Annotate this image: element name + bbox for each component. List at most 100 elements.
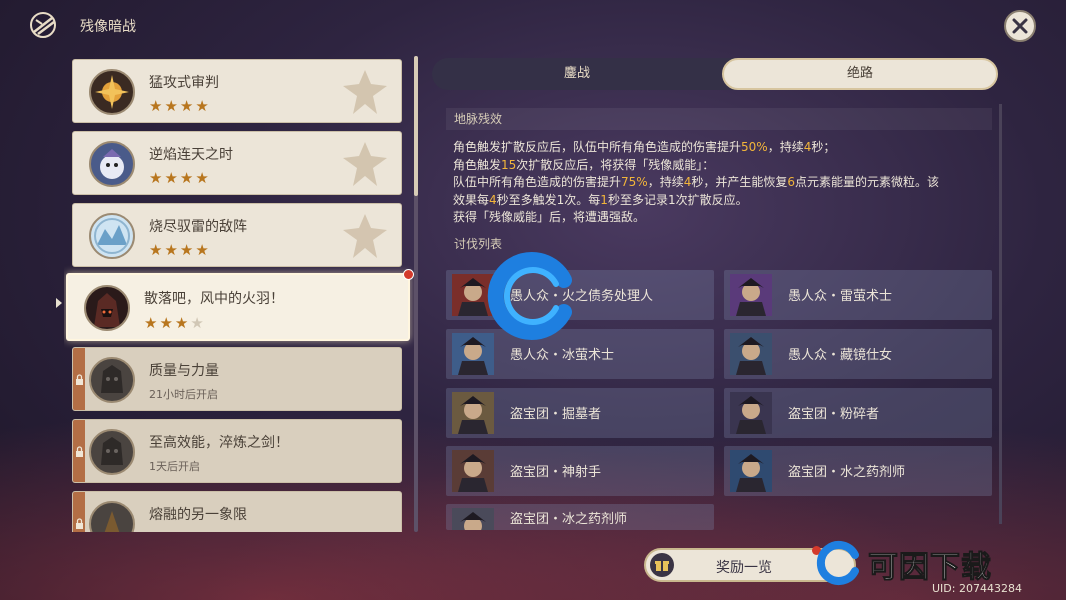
highlight-value: 1 — [600, 192, 608, 207]
enemy-card[interactable]: 盗宝团・粉碎者 — [724, 388, 992, 438]
unlock-timer: 21小时后开启 — [149, 388, 218, 401]
rewards-label: 奖励一览 — [716, 560, 772, 576]
list-scrollbar[interactable] — [414, 56, 418, 532]
unlock-timer: 1天后开启 — [149, 460, 200, 473]
highlight-value: 6 — [787, 175, 795, 190]
challenge-avatar — [89, 213, 135, 259]
top-bar: 残像暗战 — [0, 0, 1066, 50]
challenge-avatar — [89, 429, 135, 475]
challenge-name: 猛攻式审判 — [149, 75, 219, 91]
panel-scrollbar[interactable] — [999, 104, 1002, 524]
lock-icon — [75, 373, 83, 385]
emblem-watermark-icon — [343, 142, 387, 186]
scrollbar-thumb[interactable] — [414, 56, 418, 196]
emblem-watermark-icon — [343, 214, 387, 258]
challenge-name: 散落吧，风中的火羽！ — [144, 291, 284, 307]
enemy-card[interactable]: 愚人众・雷萤术士 — [724, 270, 992, 320]
challenge-name: 质量与力量 — [149, 363, 219, 379]
challenge-name: 至高效能，淬炼之剑！ — [149, 435, 289, 451]
lock-icon — [75, 517, 83, 529]
tab-fight[interactable]: 鏖战 — [432, 58, 722, 90]
difficulty-tabs: 鏖战 绝路 — [432, 58, 998, 90]
challenge-avatar — [89, 501, 135, 532]
lock-bar — [73, 492, 85, 532]
list-item-locked[interactable]: 至高效能，淬炼之剑！ 1天后开启 — [72, 419, 402, 483]
enemy-card[interactable]: 盗宝团・冰之药剂师 — [446, 504, 714, 530]
list-item-locked[interactable]: 熔融的另一象限 — [72, 491, 402, 532]
gift-icon — [650, 553, 674, 577]
page-title: 残像暗战 — [80, 19, 136, 35]
star-rating: ★★★★ — [149, 169, 211, 187]
close-icon — [1012, 18, 1028, 34]
enemy-name: 盗宝团・粉碎者 — [788, 407, 880, 422]
challenge-avatar — [84, 285, 130, 331]
description-line: 角色触发15次扩散反应后，将获得「残像威能」： — [453, 157, 993, 175]
enemy-name: 盗宝团・水之药剂师 — [788, 465, 906, 480]
description-text: 队伍中所有角色造成的伤害提升 — [453, 175, 622, 190]
enemy-name: 愚人众・雷萤术士 — [788, 289, 893, 304]
enemy-name: 盗宝团・掘墓者 — [510, 407, 602, 422]
challenge-list[interactable]: 猛攻式审判 ★★★★ 逆焰连天之时 ★★★★ 烧尽驭雷的敌阵 ★★★★ 散落吧，… — [64, 56, 416, 532]
description-text: ，持续 — [647, 175, 684, 190]
description-text: 秒至多记录1次扩散反应。 — [607, 192, 748, 207]
ley-line-heading: 地脉残效 — [446, 108, 992, 130]
highlight-value: 15 — [501, 157, 517, 172]
uid-text: UID: 207443284 — [932, 582, 1022, 595]
treasure-hoarder-crusher-icon — [730, 392, 772, 434]
star-rating: ★★★★ — [144, 314, 206, 332]
enemy-card[interactable]: 盗宝团・神射手 — [446, 446, 714, 496]
list-item-locked[interactable]: 质量与力量 21小时后开启 — [72, 347, 402, 411]
ley-line-description: 角色触发扩散反应后，队伍中所有角色造成的伤害提升50%，持续4秒； 角色触发15次… — [453, 139, 993, 227]
description-text: 获得「残像威能」后，将遭遇强敌。 — [453, 210, 646, 225]
challenge-name: 熔融的另一象限 — [149, 507, 247, 523]
description-text: 秒，并产生能恢复 — [691, 175, 788, 190]
watermark-text: 可因下载 — [868, 550, 992, 586]
treasure-hoarder-marksman-icon — [452, 450, 494, 492]
fatui-electro-cicin-mage-icon — [730, 274, 772, 316]
description-text: 次扩散反应后，将获得「残像威能」： — [516, 157, 715, 172]
challenge-avatar — [89, 357, 135, 403]
alert-dot-icon — [403, 269, 414, 280]
enemy-name: 愚人众・藏镜仕女 — [788, 348, 893, 363]
challenge-name: 逆焰连天之时 — [149, 147, 233, 163]
tab-desperate[interactable]: 绝路 — [722, 58, 998, 90]
enemy-name: 盗宝团・冰之药剂师 — [510, 512, 628, 527]
description-line: 队伍中所有角色造成的伤害提升75%，持续4秒，并产生能恢复6点元素能量的元素微粒… — [453, 174, 993, 192]
lock-bar — [73, 420, 85, 482]
description-line: 角色触发扩散反应后，队伍中所有角色造成的伤害提升50%，持续4秒； — [453, 139, 993, 157]
close-button[interactable] — [1004, 10, 1036, 42]
description-text: 点元素能量的元素微粒。该 — [795, 175, 940, 190]
emblem-watermark-icon — [343, 70, 387, 114]
description-line: 获得「残像威能」后，将遭遇强敌。 — [453, 209, 993, 227]
selection-arrow-icon — [56, 298, 62, 308]
enemy-card[interactable]: 盗宝团・掘墓者 — [446, 388, 714, 438]
description-text: 角色触发 — [453, 157, 502, 172]
list-item[interactable]: 逆焰连天之时 ★★★★ — [72, 131, 402, 195]
enemy-name: 盗宝团・神射手 — [510, 465, 602, 480]
treasure-hoarder-cryo-potioneer-icon — [452, 508, 494, 530]
treasure-hoarder-gravedigger-icon — [452, 392, 494, 434]
challenge-name: 烧尽驭雷的敌阵 — [149, 219, 247, 235]
star-rating: ★★★★ — [149, 241, 211, 259]
star-rating: ★★★★ — [149, 97, 211, 115]
highlight-value: 4 — [489, 192, 497, 207]
challenge-avatar — [89, 69, 135, 115]
enemy-name: 愚人众・冰萤术士 — [510, 348, 615, 363]
fatui-mirror-maiden-icon — [730, 333, 772, 375]
description-line: 效果每4秒至多触发1次。每1秒至多记录1次扩散反应。 — [453, 192, 993, 210]
event-emblem-icon — [28, 10, 58, 40]
lock-bar — [73, 348, 85, 410]
list-item-selected[interactable]: 散落吧，风中的火羽！ ★★★★ — [66, 273, 410, 341]
description-text: ，持续 — [767, 140, 804, 154]
highlight-value: 75% — [621, 175, 648, 190]
description-text: 秒； — [811, 140, 836, 154]
highlight-value: 50% — [741, 140, 768, 154]
challenge-avatar — [89, 141, 135, 187]
list-item[interactable]: 烧尽驭雷的敌阵 ★★★★ — [72, 203, 402, 267]
description-text: 角色触发扩散反应后，队伍中所有角色造成的伤害提升 — [453, 140, 742, 154]
description-text: 秒至多触发1次。每 — [496, 192, 601, 207]
enemy-card[interactable]: 愚人众・藏镜仕女 — [724, 329, 992, 379]
enemy-card[interactable]: 盗宝团・水之药剂师 — [724, 446, 992, 496]
list-item[interactable]: 猛攻式审判 ★★★★ — [72, 59, 402, 123]
watermark-logo-icon — [487, 252, 572, 340]
